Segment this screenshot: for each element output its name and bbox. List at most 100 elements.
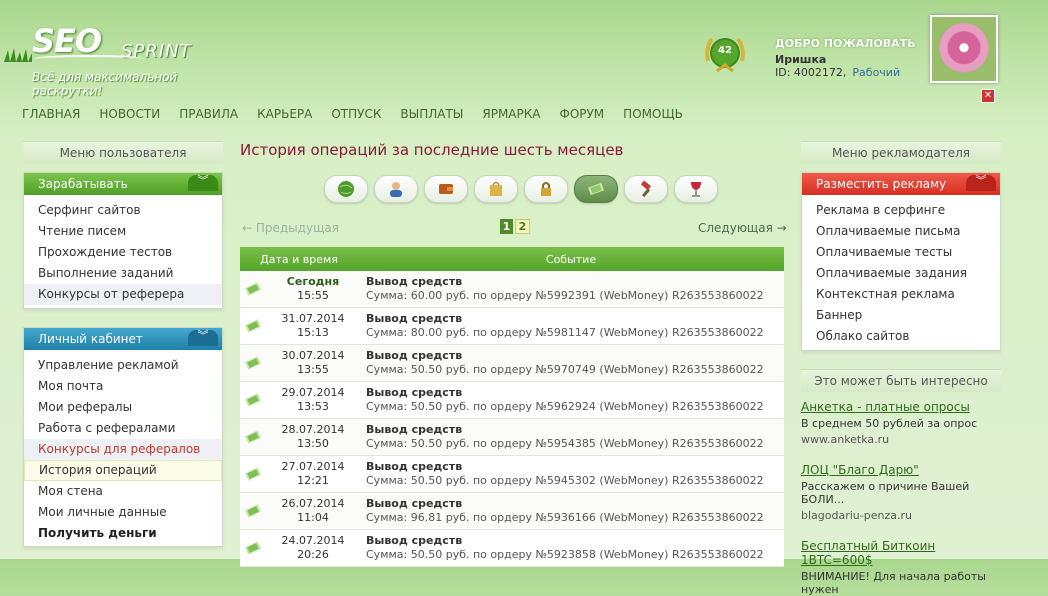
row-time: 13:50 — [297, 437, 329, 450]
menu-ad-surfing[interactable]: Реклама в серфинге — [802, 200, 1000, 221]
lock-icon[interactable] — [524, 175, 568, 203]
row-event: Вывод средств Сумма: 80.00 руб. по ордеру… — [358, 308, 784, 344]
bag-icon[interactable] — [474, 175, 518, 203]
globe-icon[interactable] — [324, 175, 368, 203]
wine-glass-icon[interactable] — [674, 175, 718, 203]
row-event-detail: Сумма: 50.50 руб. по ордеру №5962924 (We… — [366, 400, 764, 413]
nav-home[interactable]: ГЛАВНАЯ — [22, 107, 80, 121]
menu-wall[interactable]: Моя стена — [24, 481, 222, 502]
menu-ad-letters[interactable]: Оплачиваемые письма — [802, 221, 1000, 242]
ad-url[interactable]: www.anketka.ru — [801, 433, 1001, 446]
earn-header-label: Зарабатывать — [38, 177, 128, 191]
row-datetime: 29.07.2014 13:53 — [268, 382, 358, 418]
row-event-detail: Сумма: 60.00 руб. по ордеру №5992391 (We… — [366, 289, 764, 302]
cabinet-box: Личный кабинет ︾ Управление рекламой Моя… — [23, 327, 223, 547]
table-row: 27.07.2014 12:21 Вывод средств Сумма: 50.50… — [240, 456, 784, 493]
nav-fair[interactable]: ЯРМАРКА — [482, 107, 540, 121]
rating-badge-value: 42 — [718, 45, 732, 56]
ad-url[interactable]: blagodariu-penza.ru — [801, 509, 1001, 522]
row-event-detail: Сумма: 80.00 руб. по ордеру №5981147 (We… — [366, 326, 764, 339]
menu-get-money[interactable]: Получить деньги — [24, 523, 222, 544]
menu-ad-tasks[interactable]: Оплачиваемые задания — [802, 263, 1000, 284]
row-datetime: 24.07.2014 20:26 — [268, 530, 358, 566]
chevron-down-icon[interactable]: ︾ — [188, 175, 218, 191]
col-date: Дата и время — [260, 252, 338, 266]
rating-badge-icon[interactable]: 42 — [702, 31, 748, 77]
row-event-title: Вывод средств — [366, 386, 463, 399]
ad-link[interactable]: Анкетка - платные опросы — [801, 400, 1001, 414]
menu-ad-context[interactable]: Контекстная реклама — [802, 284, 1000, 305]
row-event-detail: Сумма: 50.50 руб. по ордеру №5970749 (We… — [366, 363, 764, 376]
row-date: 27.07.2014 — [281, 460, 345, 473]
ad-description: В среднем 50 рублей за опрос — [801, 417, 978, 430]
earn-box: Зарабатывать ︾ Серфинг сайтов Чтение пис… — [23, 172, 223, 309]
ad-link[interactable]: Бесплатный Биткоин 1BTC=600$ — [801, 539, 1001, 567]
prev-page-link[interactable]: ← Предыдущая — [242, 221, 339, 235]
table-header: Дата и время Событие — [240, 247, 784, 271]
page-2[interactable]: 2 — [515, 219, 530, 234]
close-icon[interactable]: ✕ — [981, 89, 995, 103]
chevron-down-icon[interactable]: ︾ — [188, 330, 218, 346]
nav-news[interactable]: НОВОСТИ — [99, 107, 160, 121]
nav-help[interactable]: ПОМОЩЬ — [623, 107, 683, 121]
ad-header-label: Разместить рекламу — [816, 177, 947, 191]
welcome-text: ДОБРО ПОЖАЛОВАТЬ — [775, 37, 916, 50]
next-page-link[interactable]: Следующая → — [698, 221, 787, 235]
nav-payouts[interactable]: ВЫПЛАТЫ — [400, 107, 463, 121]
menu-tasks[interactable]: Выполнение заданий — [24, 263, 222, 284]
earn-header[interactable]: Зарабатывать ︾ — [24, 173, 222, 195]
nav-vacation[interactable]: ОТПУСК — [331, 107, 381, 121]
ad-header[interactable]: Разместить рекламу ︾ — [802, 173, 1000, 195]
row-datetime: 31.07.2014 15:13 — [268, 308, 358, 344]
menu-referral-work[interactable]: Работа с рефералами — [24, 418, 222, 439]
menu-ad-banner[interactable]: Баннер — [802, 305, 1000, 326]
menu-ad-cloud[interactable]: Облако сайтов — [802, 326, 1000, 347]
avatar[interactable] — [930, 15, 998, 83]
table-row: 28.07.2014 13:50 Вывод средств Сумма: 50.50… — [240, 419, 784, 456]
interesting-title: Это может быть интересно — [801, 369, 1001, 392]
ad-link[interactable]: ЛОЦ "Благо Дарю" — [801, 463, 1001, 477]
table-row: 26.07.2014 11:04 Вывод средств Сумма: 96.81… — [240, 493, 784, 530]
menu-ad-tests[interactable]: Оплачиваемые тесты — [802, 242, 1000, 263]
menu-letters[interactable]: Чтение писем — [24, 221, 222, 242]
grass-icon — [4, 48, 32, 62]
menu-ad-manage[interactable]: Управление рекламой — [24, 355, 222, 376]
wallet-icon[interactable] — [424, 175, 468, 203]
nav-rules[interactable]: ПРАВИЛА — [179, 107, 238, 121]
nav-forum[interactable]: ФОРУМ — [559, 107, 604, 121]
logo-swoosh — [34, 55, 144, 63]
menu-mail[interactable]: Моя почта — [24, 376, 222, 397]
menu-referer-contests[interactable]: Конкурсы от реферера — [24, 284, 222, 305]
menu-surfing[interactable]: Серфинг сайтов — [24, 200, 222, 221]
row-event: Вывод средств Сумма: 50.50 руб. по ордеру… — [358, 456, 784, 492]
nav-career[interactable]: КАРЬЕРА — [257, 107, 312, 121]
menu-history[interactable]: История операций — [24, 460, 222, 481]
page-1[interactable]: 1 — [500, 219, 513, 234]
cabinet-header[interactable]: Личный кабинет ︾ — [24, 328, 222, 350]
row-datetime: 27.07.2014 12:21 — [268, 456, 358, 492]
menu-referrals[interactable]: Мои рефералы — [24, 397, 222, 418]
menu-tests[interactable]: Прохождение тестов — [24, 242, 222, 263]
menu-personal-data[interactable]: Мои личные данные — [24, 502, 222, 523]
user-menu-title: Меню пользователя — [23, 141, 223, 164]
money-icon — [240, 456, 268, 492]
row-event-detail: Сумма: 50.50 руб. по ордеру №5954385 (We… — [366, 437, 764, 450]
user-status-link[interactable]: Рабочий — [852, 66, 900, 79]
chevron-down-icon[interactable]: ︾ — [966, 175, 996, 191]
row-event-detail: Сумма: 96.81 руб. по ордеру №5936166 (We… — [366, 511, 764, 524]
hammer-icon[interactable] — [624, 175, 668, 203]
left-sidebar: Меню пользователя Зарабатывать ︾ Серфинг… — [23, 141, 223, 547]
site-logo[interactable]: SEO SPRINT Всё для максимальной раскрутк… — [4, 8, 244, 98]
menu-referral-contests[interactable]: Конкурсы для рефералов — [24, 439, 222, 460]
pagination: 1 2 — [500, 219, 530, 234]
user-icon[interactable] — [374, 175, 418, 203]
user-id-label: ID: 4002172, — [775, 66, 847, 79]
money-icon[interactable] — [574, 175, 618, 203]
operations-table: Дата и время Событие Сегодня 15:55 Вывод с… — [240, 247, 784, 567]
money-icon — [240, 271, 268, 307]
row-event-detail: Сумма: 50.50 руб. по ордеру №5923858 (We… — [366, 548, 764, 561]
row-event: Вывод средств Сумма: 50.50 руб. по ордеру… — [358, 530, 784, 566]
row-time: 13:55 — [297, 363, 329, 376]
cabinet-header-label: Личный кабинет — [38, 332, 143, 346]
user-name: Иришка — [775, 53, 827, 66]
